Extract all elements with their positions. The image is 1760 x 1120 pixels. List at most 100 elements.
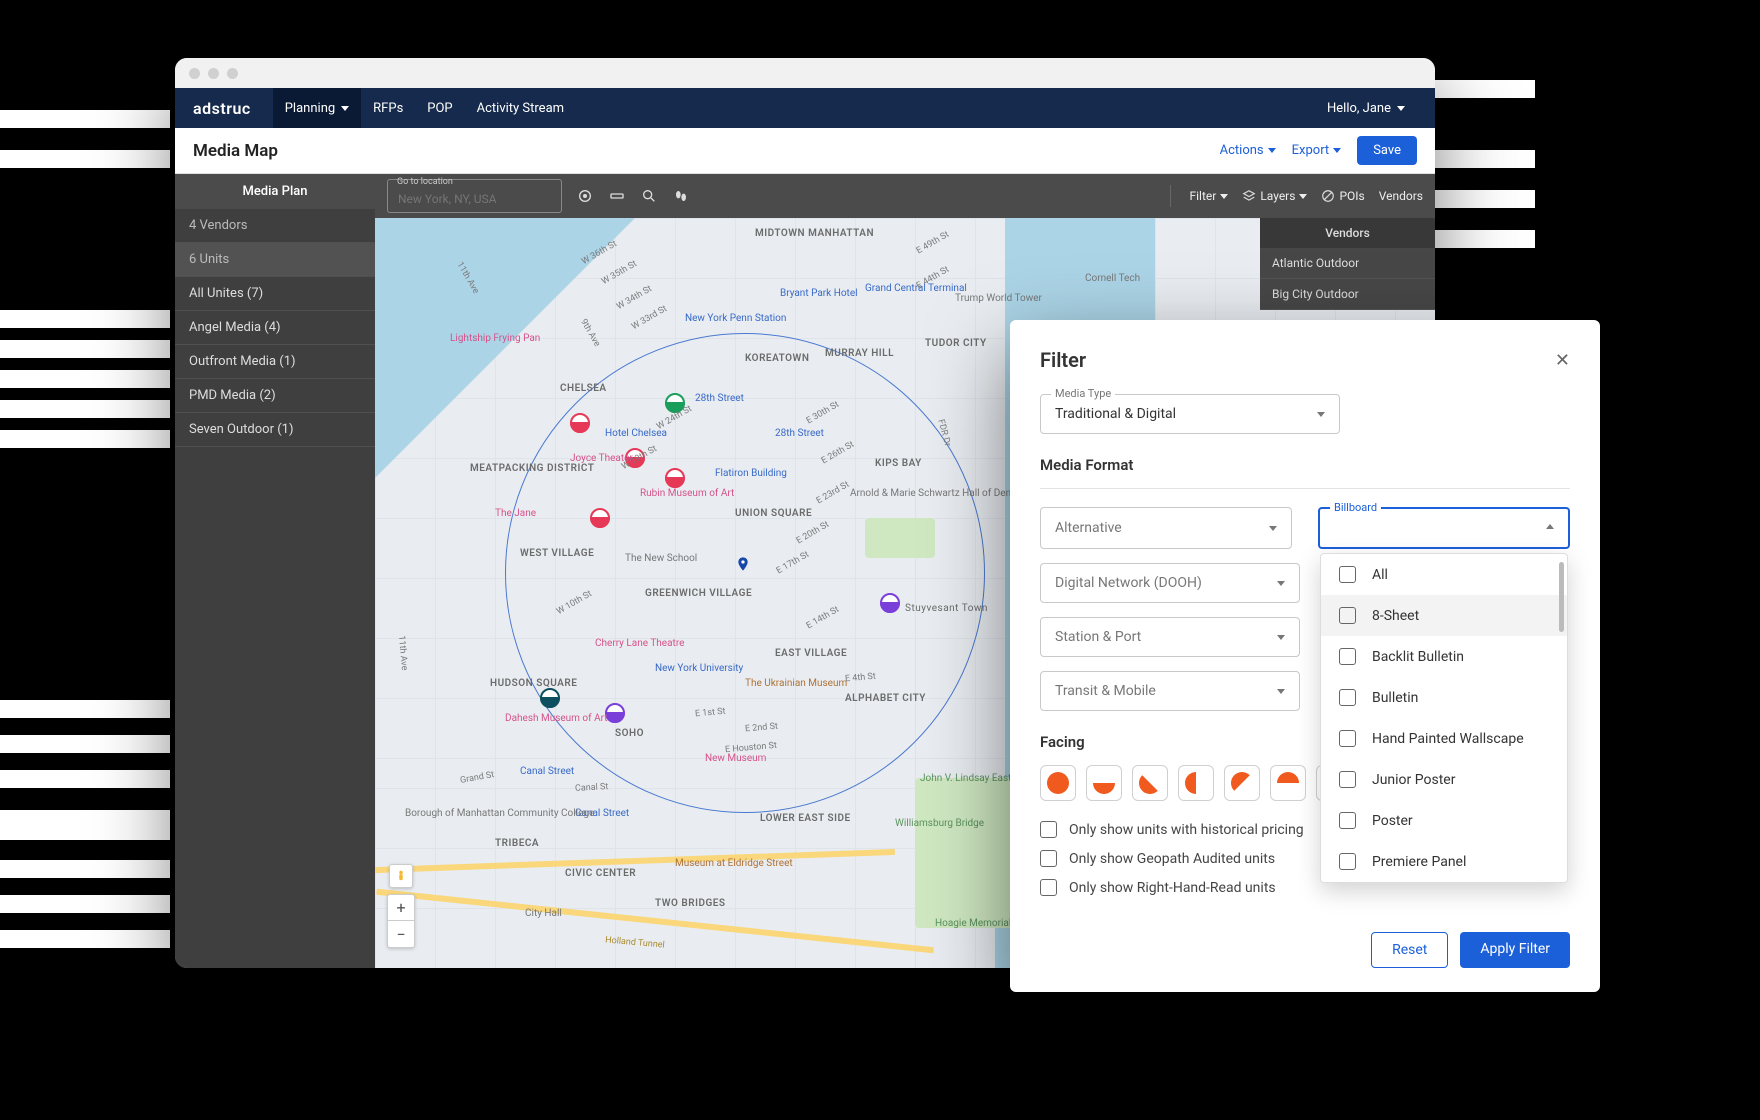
media-pin[interactable] [880, 593, 900, 613]
sidebar-item-all-units[interactable]: All Unites (7) [175, 277, 375, 311]
dropdown-option-backlit[interactable]: Backlit Bulletin [1321, 636, 1567, 677]
media-pin[interactable] [590, 508, 610, 528]
poi-label: Dahesh Museum of Art [505, 713, 608, 724]
media-pin[interactable] [570, 413, 590, 433]
place-label: Williamsburg Bridge [895, 818, 984, 829]
sidebar-item-outfront-media[interactable]: Outfront Media (1) [175, 345, 375, 379]
media-format-heading: Media Format [1040, 456, 1570, 474]
nav-activity-stream[interactable]: Activity Stream [465, 88, 576, 128]
dropdown-option-junior[interactable]: Junior Poster [1321, 759, 1567, 800]
checkbox[interactable] [1040, 850, 1057, 867]
search-icon[interactable] [640, 187, 658, 205]
sidebar-summary-units[interactable]: 6 Units [175, 243, 375, 277]
dropdown-option-8sheet[interactable]: 8-Sheet [1321, 595, 1567, 636]
dropdown-option-all[interactable]: All [1321, 554, 1567, 595]
facing-option[interactable] [1178, 765, 1214, 801]
subheader: Media Map Actions Export Save [175, 128, 1435, 174]
caret-down-icon [341, 106, 349, 111]
brand-logo: adstruc [193, 99, 251, 118]
media-pin[interactable] [540, 688, 560, 708]
format-select-dooh[interactable]: Digital Network (DOOH) [1040, 563, 1300, 603]
sidebar-heading: Media Plan [175, 174, 375, 209]
checkbox[interactable] [1339, 607, 1356, 624]
traffic-light-close[interactable] [189, 68, 200, 79]
area-label: CIVIC CENTER [565, 868, 636, 879]
facing-option[interactable] [1270, 765, 1306, 801]
reset-button[interactable]: Reset [1371, 932, 1448, 968]
checkbox[interactable] [1339, 689, 1356, 706]
vendors-toggle[interactable]: Vendors [1379, 189, 1423, 203]
layers-toggle[interactable]: Layers [1242, 189, 1307, 203]
export-menu[interactable]: Export [1292, 143, 1342, 158]
dropdown-option-poster[interactable]: Poster [1321, 800, 1567, 841]
zoom-out-button[interactable]: − [388, 921, 414, 947]
ruler-icon[interactable] [608, 187, 626, 205]
footprint-icon[interactable] [672, 187, 690, 205]
sidebar-item-seven-outdoor[interactable]: Seven Outdoor (1) [175, 413, 375, 447]
dropdown-option-bulletin[interactable]: Bulletin [1321, 677, 1567, 718]
sidebar-item-pmd-media[interactable]: PMD Media (2) [175, 379, 375, 413]
checkbox[interactable] [1339, 771, 1356, 788]
traffic-light-max[interactable] [227, 68, 238, 79]
user-menu[interactable]: Hello, Jane [1315, 88, 1417, 128]
area-label: TWO BRIDGES [655, 898, 726, 909]
filter-toggle[interactable]: Filter [1189, 189, 1228, 203]
checkbox[interactable] [1339, 730, 1356, 747]
media-pin[interactable] [665, 468, 685, 488]
close-icon[interactable]: ✕ [1555, 350, 1570, 371]
format-select-transit[interactable]: Transit & Mobile [1040, 671, 1300, 711]
checkbox[interactable] [1040, 879, 1057, 896]
map-toolbar: Go to location Filter Layers [375, 174, 1435, 218]
place-label: Borough of Manhattan Community College [405, 808, 525, 819]
sidebar: Media Plan 4 Vendors 6 Units All Unites … [175, 174, 375, 968]
facing-option[interactable] [1132, 765, 1168, 801]
area-label: KOREATOWN [745, 353, 809, 364]
sidebar-item-angel-media[interactable]: Angel Media (4) [175, 311, 375, 345]
area-label: WEST VILLAGE [520, 548, 580, 559]
place-label: Cornell Tech [1085, 273, 1140, 284]
caret-down-icon [1397, 106, 1405, 111]
area-label: ALPHABET CITY [845, 693, 915, 704]
zoom-in-button[interactable]: + [388, 895, 414, 921]
checkbox[interactable] [1339, 812, 1356, 829]
target-icon[interactable] [576, 187, 594, 205]
nav-planning[interactable]: Planning [273, 88, 361, 128]
vendor-row[interactable]: Atlantic Outdoor [1260, 248, 1435, 279]
nav-pop[interactable]: POP [415, 88, 464, 128]
area-label: EAST VILLAGE [775, 648, 847, 659]
pois-toggle[interactable]: POIs [1321, 189, 1364, 203]
facing-option[interactable] [1086, 765, 1122, 801]
dropdown-option-premiere[interactable]: Premiere Panel [1321, 841, 1567, 882]
place-label: Bryant Park Hotel [780, 288, 858, 299]
place-label: The Ukrainian Museum [745, 678, 847, 689]
checkbox[interactable] [1339, 853, 1356, 870]
area-label: MEATPACKING DISTRICT [470, 463, 550, 474]
vendor-row[interactable]: Big City Outdoor [1260, 279, 1435, 310]
poi-label: Cherry Lane Theatre [595, 638, 684, 649]
format-select-billboard[interactable]: Billboard All 8-Sheet Backlit Bulletin B… [1318, 507, 1570, 549]
billboard-dropdown: All 8-Sheet Backlit Bulletin Bulletin Ha… [1320, 553, 1568, 883]
nav-rfps[interactable]: RFPs [361, 88, 415, 128]
window-chrome [175, 58, 1435, 88]
place-label: Flatiron Building [715, 468, 787, 479]
apply-filter-button[interactable]: Apply Filter [1460, 932, 1570, 968]
checkbox[interactable] [1040, 821, 1057, 838]
scrollbar[interactable] [1559, 562, 1564, 632]
traffic-light-min[interactable] [208, 68, 219, 79]
format-select-station[interactable]: Station & Port [1040, 617, 1300, 657]
media-pin[interactable] [605, 703, 625, 723]
media-type-select[interactable]: Media Type Traditional & Digital [1040, 394, 1340, 434]
dropdown-option-hpw[interactable]: Hand Painted Wallscape [1321, 718, 1567, 759]
caret-down-icon [1333, 148, 1341, 153]
facing-option[interactable] [1224, 765, 1260, 801]
checkbox[interactable] [1339, 566, 1356, 583]
actions-menu[interactable]: Actions [1220, 143, 1276, 158]
filter-panel: Filter ✕ Media Type Traditional & Digita… [1010, 320, 1600, 992]
save-button[interactable]: Save [1357, 136, 1417, 165]
format-select-alternative[interactable]: Alternative [1040, 507, 1292, 549]
facing-option[interactable] [1040, 765, 1076, 801]
pegman-icon[interactable] [389, 864, 413, 888]
checkbox[interactable] [1339, 648, 1356, 665]
sidebar-summary-vendors[interactable]: 4 Vendors [175, 209, 375, 243]
zoom-control: + − [387, 894, 415, 948]
